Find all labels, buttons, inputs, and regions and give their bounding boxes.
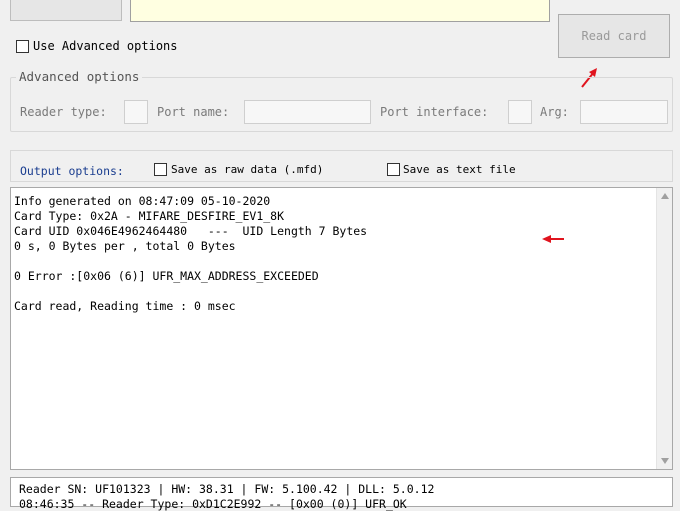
output-scrollbar[interactable] xyxy=(656,188,672,469)
output-line: Info generated on 08:47:09 05-10-2020 xyxy=(14,194,271,208)
save-raw-label: Save as raw data (.mfd) xyxy=(171,163,324,176)
output-options-label: Output options: xyxy=(20,164,124,178)
red-arrow-icon xyxy=(542,235,564,243)
top-input-field[interactable] xyxy=(130,0,550,22)
port-interface-input[interactable] xyxy=(508,100,532,124)
port-name-label: Port name: xyxy=(157,105,230,119)
output-line: 0 s, 0 Bytes per , total 0 Bytes xyxy=(14,239,236,253)
read-card-button[interactable]: Read card xyxy=(558,14,670,58)
top-button[interactable] xyxy=(10,0,122,21)
scroll-up-arrow-icon[interactable] xyxy=(660,192,670,200)
arg-label: Arg: xyxy=(540,105,569,119)
output-line: Card Type: 0x2A - MIFARE_DESFIRE_EV1_8K xyxy=(14,209,285,223)
read-card-label: Read card xyxy=(581,29,647,43)
use-advanced-checkbox[interactable] xyxy=(16,40,29,53)
scroll-down-arrow-icon[interactable] xyxy=(660,457,670,465)
save-text-checkbox[interactable] xyxy=(387,163,400,176)
status-line: Reader SN: UF101323 | HW: 38.31 | FW: 5.… xyxy=(19,482,435,496)
save-text-label: Save as text file xyxy=(403,163,516,176)
status-panel: Reader SN: UF101323 | HW: 38.31 | FW: 5.… xyxy=(10,477,673,511)
reader-type-label: Reader type: xyxy=(20,105,107,119)
reader-type-input[interactable] xyxy=(124,100,148,124)
arg-input[interactable] xyxy=(580,100,668,124)
status-line: 08:46:35 -- Reader Type: 0xD1C2E992 -- [… xyxy=(19,497,407,511)
port-interface-label: Port interface: xyxy=(380,105,489,119)
output-line: 0 Error :[0x06 (6)] UFR_MAX_ADDRESS_EXCE… xyxy=(14,269,319,283)
use-advanced-label: Use Advanced options xyxy=(33,39,178,53)
output-line: Card UID 0x046E4962464480 --- UID Length… xyxy=(14,224,368,238)
advanced-options-title: Advanced options xyxy=(16,69,143,84)
output-line: Card read, Reading time : 0 msec xyxy=(14,299,236,313)
output-textbox[interactable]: Info generated on 08:47:09 05-10-2020 Ca… xyxy=(10,187,673,470)
port-name-input[interactable] xyxy=(244,100,371,124)
save-raw-checkbox[interactable] xyxy=(154,163,167,176)
